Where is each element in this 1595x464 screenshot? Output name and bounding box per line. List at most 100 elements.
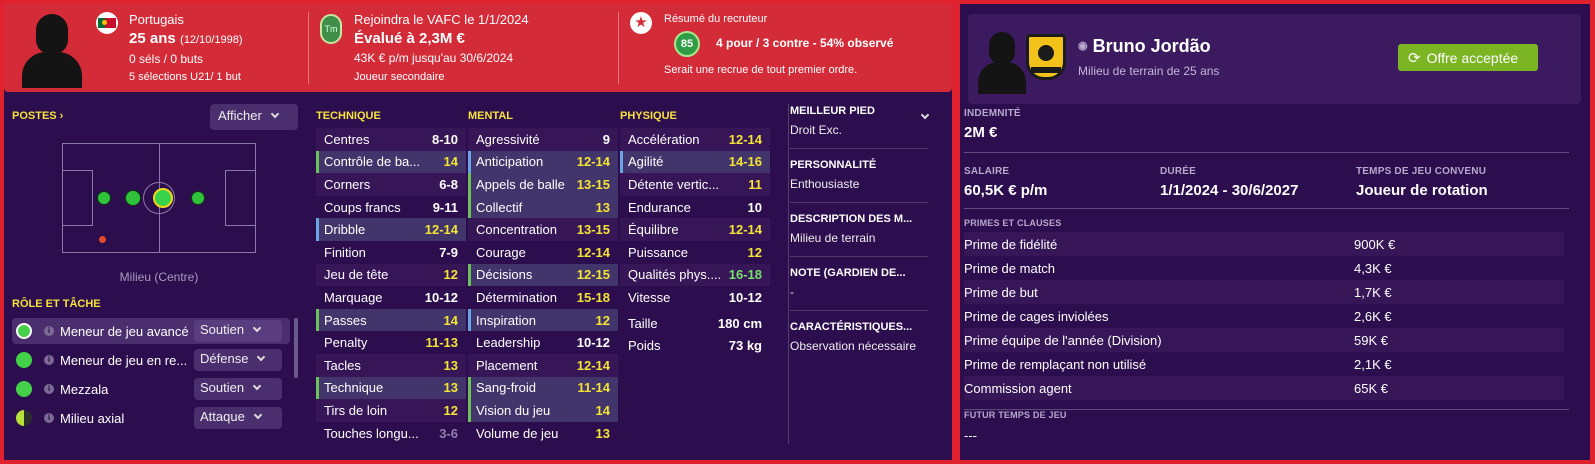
info-icon[interactable]: i: [44, 326, 54, 336]
show-positions-dropdown[interactable]: Afficher: [210, 104, 298, 130]
attribute-row[interactable]: Anticipation 12-14: [468, 150, 618, 174]
attribute-row[interactable]: Concentration 13-15: [468, 218, 618, 241]
attribute-value: 13-15: [576, 176, 610, 192]
attribute-row[interactable]: Vision du jeu 14: [468, 399, 618, 422]
attribute-row[interactable]: Centres 8-10: [316, 128, 466, 151]
attribute-name: Anticipation: [476, 154, 544, 170]
attribute-value: 7-9: [439, 244, 458, 260]
attribute-row[interactable]: Agressivité 9: [468, 128, 618, 151]
attribute-value: 12-14: [576, 357, 610, 373]
attribute-value: 12-15: [576, 267, 610, 283]
scout-summary: ★ Résumé du recruteur 85 4 pour / 3 cont…: [626, 4, 946, 92]
divider: [788, 104, 789, 444]
attribute-row[interactable]: Touches longu... 3-6: [316, 422, 466, 445]
role-item[interactable]: i Meneur de jeu avancé Soutien: [12, 318, 290, 344]
future-playtime-value: ---: [964, 428, 977, 443]
attribute-row[interactable]: Tirs de loin 12: [316, 399, 466, 422]
attribute-name: Jeu de tête: [324, 267, 389, 283]
position-dot: [125, 190, 141, 206]
attribute-value: 3-6: [439, 425, 458, 441]
attribute-row[interactable]: Tacles 13: [316, 353, 466, 377]
role-item[interactable]: i Milieu axial Attaque: [12, 405, 290, 431]
bonuses-title: PRIMES ET CLAUSES: [964, 218, 1062, 228]
attribute-value: 10: [747, 199, 762, 215]
player-name[interactable]: Bruno Jordão: [1093, 36, 1211, 56]
attribute-name: Décisions: [476, 267, 533, 283]
attribute-row[interactable]: Appels de balle 13-15: [468, 173, 618, 196]
attribute-row[interactable]: Accélération 12-14: [620, 128, 770, 151]
attribute-row[interactable]: Passes 14: [316, 308, 466, 332]
scout-verdict: 4 pour / 3 contre - 54% observé: [716, 36, 894, 50]
duty-dropdown[interactable]: Attaque: [194, 407, 282, 429]
attribute-row[interactable]: Équilibre 12-14: [620, 218, 770, 241]
attribute-row[interactable]: Qualités phys.... 16-18: [620, 263, 770, 287]
attribute-value: 12-14: [728, 222, 762, 238]
player-header: Portugais 25 ans (12/10/1998) 0 séls / 0…: [4, 4, 952, 92]
player-subtitle: Milieu de terrain de 25 ans: [1078, 64, 1220, 78]
current-wage: 43K € p/m jusqu'au 30/6/2024: [354, 51, 514, 65]
role-rating-icon: [16, 410, 32, 426]
attribute-row[interactable]: Vitesse 10-12: [620, 286, 770, 309]
bonus-row: Prime de but 1,7K €: [964, 280, 1564, 304]
attribute-row[interactable]: Agilité 14-16: [620, 150, 770, 174]
info-icon[interactable]: i: [44, 355, 54, 365]
attribute-row[interactable]: Penalty 11-13: [316, 331, 466, 354]
attribute-row[interactable]: Inspiration 12: [468, 308, 618, 332]
attribute-row[interactable]: Technique 13: [316, 376, 466, 400]
attribute-row[interactable]: Sang-froid 11-14: [468, 376, 618, 400]
player-avatar: [978, 30, 1026, 94]
scout-note: Serait une recrue de tout premier ordre.: [664, 64, 858, 76]
chevron-down-icon[interactable]: [912, 108, 930, 126]
position-label: Milieu (Centre): [119, 270, 199, 284]
attribute-row[interactable]: Détermination 15-18: [468, 286, 618, 309]
attribute-name: Penalty: [324, 335, 368, 351]
attribute-row[interactable]: Placement 12-14: [468, 353, 618, 377]
attribute-row[interactable]: Puissance 12: [620, 241, 770, 264]
info-icon[interactable]: i: [44, 384, 54, 394]
divider: [964, 152, 1569, 153]
attribute-row[interactable]: Courage 12-14: [468, 241, 618, 264]
attribute-row[interactable]: Coups francs 9-11: [316, 196, 466, 219]
divider: [308, 12, 309, 84]
attribute-row[interactable]: Marquage 10-12: [316, 286, 466, 309]
positions-title[interactable]: POSTES ›: [12, 110, 63, 122]
info-icon[interactable]: i: [44, 413, 54, 423]
role-rating-icon: [16, 323, 32, 339]
attribute-row[interactable]: Leadership 10-12: [468, 331, 618, 354]
user-icon: ◉: [1078, 40, 1088, 52]
bonus-row: Commission agent 65K €: [964, 376, 1564, 400]
attribute-name: Marquage: [324, 289, 383, 305]
attribute-row[interactable]: Collectif 13: [468, 195, 618, 219]
attribute-row[interactable]: Volume de jeu 13: [468, 422, 618, 445]
attribute-row[interactable]: Endurance 10: [620, 196, 770, 219]
characteristics: Observation nécessaire: [790, 339, 917, 353]
chevron-down-icon: [252, 381, 262, 391]
attribute-name: Dribble: [324, 222, 366, 238]
attribute-name: Leadership: [476, 335, 541, 351]
attribute-row[interactable]: Corners 6-8: [316, 173, 466, 196]
duty-dropdown[interactable]: Soutien: [194, 378, 282, 400]
attribute-row[interactable]: Dribble 12-14: [316, 218, 466, 241]
gk-rating-title: NOTE (GARDIEN DE...: [790, 267, 906, 279]
salary-label: SALAIRE: [964, 166, 1010, 177]
attribute-row[interactable]: Détente vertic... 11: [620, 173, 770, 196]
attribute-row[interactable]: Contrôle de ba... 14: [316, 150, 466, 174]
duty-dropdown[interactable]: Défense: [194, 349, 282, 371]
offer-header: ◉ Bruno Jordão Milieu de terrain de 25 a…: [968, 14, 1581, 104]
attribute-row[interactable]: Jeu de tête 12: [316, 263, 466, 287]
mental-attributes: Agressivité 9 Anticipation 12-14 Appels de b…: [468, 128, 618, 444]
attribute-row[interactable]: Finition 7-9: [316, 241, 466, 264]
attribute-row[interactable]: Décisions 12-15: [468, 263, 618, 287]
attribute-value: 6-8: [439, 176, 458, 192]
bonus-row: Prime de match 4,3K €: [964, 256, 1564, 280]
attribute-name: Courage: [476, 244, 526, 260]
roles-scrollbar[interactable]: [294, 318, 298, 378]
playtime-value: Joueur de rotation: [1356, 182, 1488, 199]
chevron-down-icon: [257, 352, 266, 362]
role-item[interactable]: i Mezzala Soutien: [12, 376, 290, 402]
role-item[interactable]: i Meneur de jeu en re... Défense: [12, 347, 290, 373]
bonus-value: 4,3K €: [1354, 260, 1392, 276]
offer-accepted-button[interactable]: ⟳ Offre acceptée: [1398, 44, 1538, 71]
duty-dropdown[interactable]: Soutien: [194, 320, 282, 342]
role-name: Mezzala: [60, 381, 109, 397]
